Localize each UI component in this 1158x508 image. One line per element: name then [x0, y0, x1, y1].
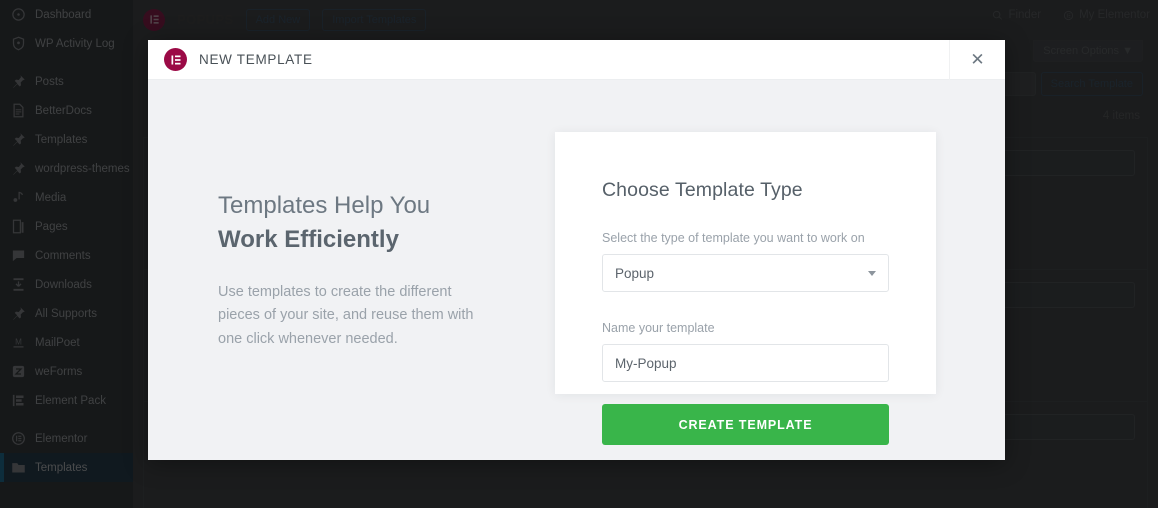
mailpoet-icon: M — [8, 333, 28, 353]
sidebar-item-pages[interactable]: Pages — [0, 212, 133, 241]
sidebar-item-label: Downloads — [35, 278, 92, 291]
sidebar-item-templates[interactable]: Templates — [0, 125, 133, 154]
template-name-value: My-Popup — [615, 355, 677, 371]
sidebar-item-wp-activity-log[interactable]: WP Activity Log — [0, 29, 133, 58]
template-form-card: Choose Template Type Select the type of … — [555, 132, 936, 445]
sidebar-item-posts[interactable]: Posts — [0, 67, 133, 96]
template-name-input[interactable]: My-Popup — [602, 344, 889, 382]
sidebar-item-label: All Supports — [35, 307, 98, 320]
template-name-label: Name your template — [602, 321, 715, 335]
sidebar-item-templates[interactable]: Templates — [0, 453, 141, 482]
sidebar-item-label: Dashboard — [35, 8, 92, 21]
sidebar-item-media[interactable]: Media — [0, 183, 133, 212]
sidebar-item-label: Element Pack — [35, 394, 106, 407]
screen-options-toggle[interactable]: Screen Options ▼ — [1033, 40, 1143, 62]
sidebar-item-weforms[interactable]: weForms — [0, 357, 133, 386]
modal-header: NEW TEMPLATE ✕ — [148, 40, 1005, 80]
pin-icon — [8, 72, 28, 92]
search-icon — [993, 10, 1003, 20]
my-elementor-button[interactable]: My Elementor — [1063, 9, 1150, 21]
add-new-button[interactable]: Add New — [245, 8, 311, 31]
header-tools: Finder My Elementor — [992, 9, 1150, 21]
sidebar-item-elementor[interactable]: Elementor — [0, 424, 133, 453]
element-pack-icon — [8, 391, 28, 411]
sidebar-item-element-pack[interactable]: Element Pack — [0, 386, 133, 415]
sidebar-item-label: Pages — [35, 220, 68, 233]
promo-body: Use templates to create the different pi… — [218, 283, 474, 347]
my-elementor-label: My Elementor — [1079, 9, 1150, 21]
sidebar-item-label: Templates — [35, 133, 88, 146]
close-icon[interactable]: ✕ — [949, 40, 1005, 80]
sidebar-item-label: Comments — [35, 249, 91, 262]
page-title: POPUPS — [177, 12, 234, 27]
svg-text:M: M — [15, 337, 22, 346]
modal-body: Templates Help You Work Efficiently Use … — [148, 80, 1005, 460]
sidebar-item-label: Templates — [35, 461, 88, 474]
items-count: 4 items — [1102, 110, 1140, 122]
elementor-logo-icon — [143, 8, 165, 31]
sidebar-item-wordpress-themes[interactable]: wordpress-themes — [0, 154, 133, 183]
chevron-down-icon — [868, 270, 876, 276]
sidebar-item-dashboard[interactable]: Dashboard — [0, 0, 133, 29]
pages-icon — [8, 217, 28, 237]
promo-heading-line2: Work Efficiently — [218, 225, 399, 253]
sidebar-item-label: BetterDocs — [35, 104, 92, 117]
create-template-button[interactable]: CREATE TEMPLATE — [602, 404, 889, 445]
promo-heading: Templates Help You Work Efficiently — [218, 189, 531, 257]
sidebar-item-mailpoet[interactable]: M MailPoet — [0, 328, 133, 357]
promo-heading-line1: Templates Help You — [218, 191, 431, 219]
weforms-icon — [8, 362, 28, 382]
finder-button[interactable]: Finder — [992, 9, 1041, 21]
page-header: POPUPS Add New Import Templates Finder M… — [133, 0, 1158, 33]
sidebar-item-label: Posts — [35, 75, 64, 88]
comment-icon — [8, 246, 28, 266]
download-icon — [8, 275, 28, 295]
finder-label: Finder — [1008, 9, 1042, 21]
sidebar-item-label: Media — [35, 191, 67, 204]
elementor-badge-icon — [1063, 10, 1074, 20]
sidebar-item-label: weForms — [35, 365, 83, 378]
sidebar-item-label: Elementor — [35, 432, 88, 445]
sidebar-item-label: MailPoet — [35, 336, 80, 349]
elementor-logo-icon — [164, 48, 187, 71]
import-templates-button[interactable]: Import Templates — [322, 8, 427, 31]
media-icon — [8, 188, 28, 208]
template-type-label: Select the type of template you want to … — [602, 231, 865, 245]
dashboard-icon — [8, 5, 28, 25]
pin-icon — [8, 304, 28, 324]
sidebar-item-betterdocs[interactable]: BetterDocs — [0, 96, 133, 125]
sidebar-item-label: WP Activity Log — [35, 37, 115, 50]
folder-icon — [8, 458, 28, 478]
elementor-icon — [8, 429, 28, 449]
shield-icon — [8, 34, 28, 54]
modal-title: NEW TEMPLATE — [199, 52, 313, 67]
sidebar-item-all-supports[interactable]: All Supports — [0, 299, 133, 328]
template-type-select[interactable]: Popup — [602, 254, 889, 292]
wp-admin-sidebar: Dashboard WP Activity Log Posts BetterDocs T… — [0, 0, 141, 508]
pin-icon — [8, 159, 28, 179]
new-template-modal: NEW TEMPLATE ✕ Templates Help You Work E… — [148, 40, 1005, 460]
form-heading: Choose Template Type — [602, 179, 803, 201]
search-template-button[interactable]: Search Template — [1040, 72, 1143, 96]
sidebar-item-downloads[interactable]: Downloads — [0, 270, 133, 299]
sidebar-item-comments[interactable]: Comments — [0, 241, 133, 270]
doc-icon — [8, 101, 28, 121]
promo-panel: Templates Help You Work Efficiently Use … — [148, 80, 555, 460]
template-type-value: Popup — [615, 265, 655, 281]
sidebar-item-label: wordpress-themes — [35, 162, 130, 175]
pin-icon — [8, 130, 28, 150]
admin-screen: Dashboard WP Activity Log Posts BetterDocs T… — [0, 0, 1158, 508]
